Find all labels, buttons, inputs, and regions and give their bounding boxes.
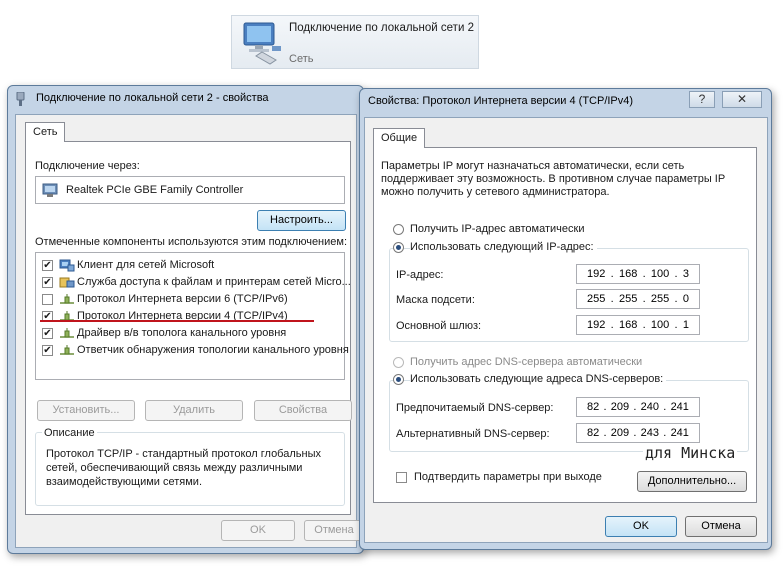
component-checkbox[interactable]: ✔ [42, 345, 53, 356]
ip-address-label: IP-адрес: [396, 269, 444, 281]
ok-button[interactable]: OK [605, 516, 677, 537]
title-bar[interactable]: Свойства: Протокол Интернета версии 4 (T… [360, 89, 771, 113]
component-item[interactable]: Протокол Интернета версии 6 (TCP/IPv6) [36, 291, 344, 308]
components-label: Отмеченные компоненты используются этим … [35, 236, 348, 248]
alternate-dns-input[interactable]: 82. 209. 243. 241 [576, 423, 700, 443]
auto-ip-label[interactable]: Получить IP-адрес автоматически [410, 223, 584, 235]
connect-using-label: Подключение через: [35, 160, 140, 172]
default-gateway-label: Основной шлюз: [396, 320, 482, 332]
preferred-dns-input[interactable]: 82. 209. 240. 241 [576, 397, 700, 417]
protocol-icon [60, 294, 74, 304]
network-plug-icon [16, 92, 25, 106]
component-item[interactable]: ✔ Клиент для сетей Microsoft [36, 257, 344, 274]
component-checkbox[interactable]: ✔ [42, 328, 53, 339]
component-checkbox[interactable] [42, 294, 53, 305]
annotation-underline [40, 320, 314, 322]
validate-label[interactable]: Подтвердить параметры при выходе [414, 471, 602, 483]
network-client-icon [59, 259, 75, 272]
connection-name: Подключение по локальной сети 2 [289, 22, 474, 34]
auto-ip-radio[interactable] [393, 224, 404, 235]
manual-dns-radio[interactable] [393, 374, 404, 385]
window-client: Общие Параметры IP могут назначаться авт… [364, 117, 768, 543]
connection-status: Сеть [289, 53, 314, 65]
manual-ip-label[interactable]: Использовать следующий IP-адрес: [410, 241, 597, 253]
subnet-mask-label: Маска подсети: [396, 294, 475, 306]
components-list: ✔ Клиент для сетей Microsoft ✔ Служба досту… [35, 252, 351, 380]
component-label: Служба доступа к файлам и принтерам сете… [77, 276, 351, 288]
component-item[interactable]: ✔ Драйвер в/в тополога канального уровня [36, 325, 344, 342]
window-client: Сеть Подключение через: Realtek PCIe GBE… [15, 114, 364, 548]
description-group: Описание Протокол TCP/IP - стандартный п… [35, 427, 345, 506]
component-item[interactable]: ✔ Протокол Интернета версии 4 (TCP/IPv4) [36, 308, 344, 325]
properties-button[interactable]: Свойства [254, 400, 352, 421]
cancel-button[interactable]: Отмена [685, 516, 757, 537]
component-checkbox[interactable]: ✔ [42, 277, 53, 288]
annotation-text: для Минска [643, 444, 738, 462]
preferred-dns-label: Предпочитаемый DNS-сервер: [396, 402, 554, 414]
adapter-field: Realtek PCIe GBE Family Controller [35, 176, 345, 204]
validate-checkbox[interactable] [396, 472, 407, 483]
auto-dns-label[interactable]: Получить адрес DNS-сервера автоматически [410, 356, 642, 368]
component-item[interactable]: ✔ Служба доступа к файлам и принтерам сет… [36, 274, 351, 291]
tab-network[interactable]: Сеть [25, 122, 66, 142]
title-bar[interactable]: Подключение по локальной сети 2 - свойст… [8, 86, 363, 110]
close-button[interactable]: ✕ [722, 91, 762, 108]
tab-general[interactable]: Общие [373, 128, 426, 148]
auto-dns-radio[interactable] [393, 357, 404, 368]
help-icon: ? [698, 92, 706, 106]
help-button[interactable]: ? [689, 91, 715, 108]
default-gateway-input[interactable]: 192. 168. 100. 1 [576, 315, 700, 335]
protocol-icon [60, 328, 74, 338]
subnet-mask-input[interactable]: 255. 255. 255. 0 [576, 289, 700, 309]
window-title: Свойства: Протокол Интернета версии 4 (T… [368, 95, 634, 107]
manual-ip-radio[interactable] [393, 242, 404, 253]
cancel-button[interactable]: Отмена [304, 520, 364, 541]
component-label: Драйвер в/в тополога канального уровня [77, 327, 287, 339]
install-button[interactable]: Установить... [37, 400, 135, 421]
ip-address-input[interactable]: 192. 168. 100. 3 [576, 264, 700, 284]
protocol-icon [60, 345, 74, 355]
ok-button[interactable]: OK [221, 520, 295, 541]
adapter-name: Realtek PCIe GBE Family Controller [66, 184, 244, 196]
intro-text: Параметры IP могут назначаться автоматич… [381, 160, 725, 198]
network-card-icon [42, 183, 58, 197]
configure-button[interactable]: Настроить... [257, 210, 346, 231]
component-checkbox[interactable]: ✔ [42, 260, 53, 271]
file-printer-service-icon [59, 277, 75, 288]
network-adapter-icon [243, 22, 281, 65]
advanced-button[interactable]: Дополнительно... [637, 471, 747, 492]
close-icon: ✕ [736, 92, 748, 106]
alternate-dns-label: Альтернативный DNS-сервер: [396, 428, 550, 440]
description-label: Описание [42, 427, 97, 439]
component-label: Клиент для сетей Microsoft [77, 259, 215, 271]
description-text: Протокол TCP/IP - стандартный протокол г… [46, 448, 321, 488]
ipv4-properties-window: Свойства: Протокол Интернета версии 4 (T… [359, 88, 772, 550]
window-title: Подключение по локальной сети 2 - свойст… [36, 92, 269, 104]
manual-dns-label[interactable]: Использовать следующие адреса DNS-сервер… [410, 373, 667, 385]
component-label: Протокол Интернета версии 6 (TCP/IPv6) [77, 293, 288, 305]
component-item[interactable]: ✔ Ответчик обнаружения топологии канально… [36, 342, 349, 359]
uninstall-button[interactable]: Удалить [145, 400, 243, 421]
component-label: Ответчик обнаружения топологии канальног… [77, 344, 349, 356]
connection-tile[interactable]: Подключение по локальной сети 2 Сеть [231, 15, 479, 69]
tab-panel: Подключение через: Realtek PCIe GBE Fami… [25, 141, 352, 515]
